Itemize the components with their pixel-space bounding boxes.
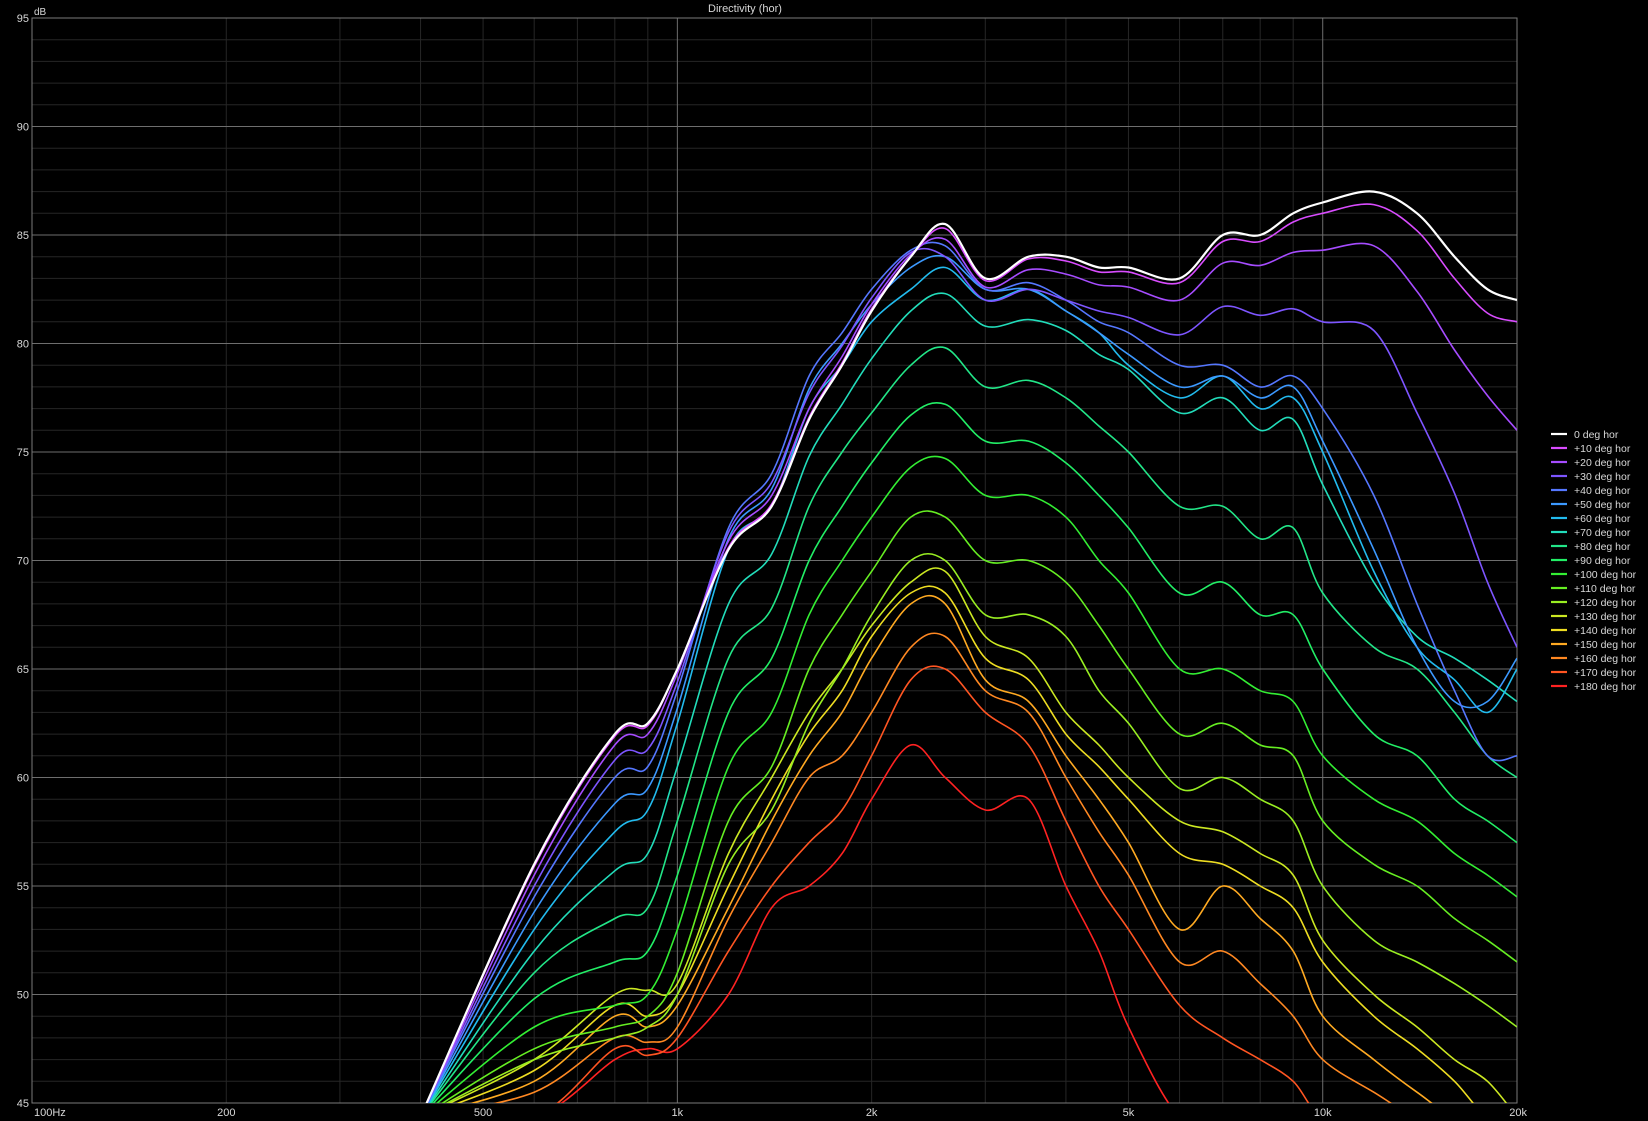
x-tick-label: 500 (474, 1107, 492, 1119)
y-tick-label: 60 (17, 773, 29, 785)
x-tick-label: 20k (1509, 1107, 1527, 1119)
x-tick-label: 1k (672, 1107, 684, 1119)
y-tick-label: 80 (17, 339, 29, 351)
x-tick-label: 2k (866, 1107, 878, 1119)
y-tick-label: 55 (17, 881, 29, 893)
x-tick-label: 100Hz (34, 1107, 66, 1119)
legend-label: +170 deg hor (1574, 667, 1637, 679)
legend-label: +100 deg hor (1574, 569, 1637, 581)
legend-label: +40 deg hor (1574, 485, 1631, 497)
legend-label: +180 deg hor (1574, 681, 1637, 693)
y-tick-label: 85 (17, 230, 29, 242)
y-axis-unit-label: dB (34, 7, 47, 18)
legend-label: +120 deg hor (1574, 597, 1637, 609)
legend-label: 0 deg hor (1574, 429, 1619, 441)
x-tick-label: 5k (1123, 1107, 1135, 1119)
legend-label: +30 deg hor (1574, 471, 1631, 483)
chart-title: Directivity (hor) (708, 3, 782, 15)
legend-label: +150 deg hor (1574, 639, 1637, 651)
legend-label: +110 deg hor (1574, 583, 1636, 595)
y-tick-label: 75 (17, 447, 29, 459)
directivity-chart: Directivity (hor) dB 95 90 85 80 75 70 65 60 55 5… (0, 0, 1648, 1121)
y-tick-label: 90 (17, 122, 29, 134)
legend-label: +80 deg hor (1574, 541, 1631, 553)
y-tick-label: 45 (17, 1098, 29, 1110)
legend-label: +10 deg hor (1574, 443, 1631, 455)
y-tick-label: 70 (17, 556, 29, 568)
legend-label: +50 deg hor (1574, 499, 1631, 511)
legend-label: +60 deg hor (1574, 513, 1631, 525)
x-tick-label: 10k (1314, 1107, 1332, 1119)
legend-label: +20 deg hor (1574, 457, 1631, 469)
legend-label: +130 deg hor (1574, 611, 1637, 623)
legend-label: +160 deg hor (1574, 653, 1637, 665)
y-tick-label: 95 (17, 13, 29, 25)
y-tick-label: 50 (17, 990, 29, 1002)
y-tick-label: 65 (17, 664, 29, 676)
legend-label: +90 deg hor (1574, 555, 1631, 567)
legend-label: +70 deg hor (1574, 527, 1631, 539)
legend-label: +140 deg hor (1574, 625, 1637, 637)
x-tick-label: 200 (217, 1107, 235, 1119)
